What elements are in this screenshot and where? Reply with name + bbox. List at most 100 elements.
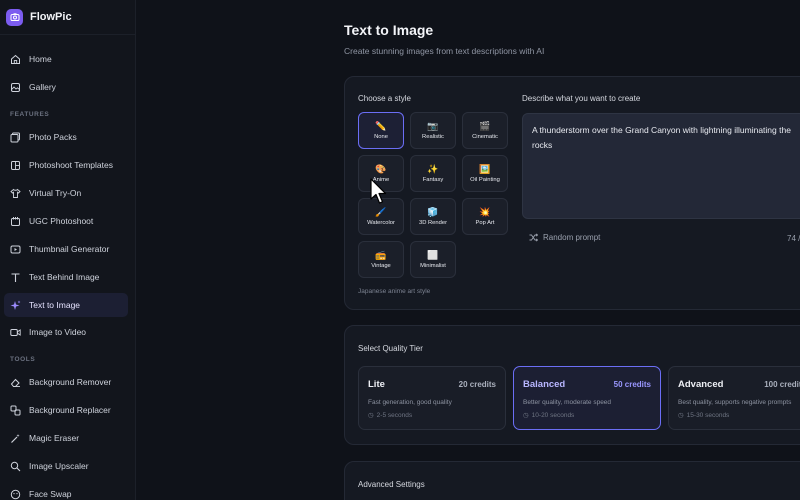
tier-name: Advanced <box>678 379 724 390</box>
tier-time-text: 2-5 seconds <box>376 411 413 419</box>
clock-icon: ◷ <box>368 412 374 419</box>
sidebar-item-label: UGC Photoshoot <box>29 216 94 226</box>
style-oil-painting-button[interactable]: 🖼️ Oil Painting <box>462 155 508 192</box>
sidebar-item-photoshoot-templates[interactable]: Photoshoot Templates <box>4 153 128 177</box>
photo-packs-icon <box>10 132 21 143</box>
random-prompt-label: Random prompt <box>543 233 601 242</box>
tier-time: ◷ 10-20 seconds <box>523 411 575 420</box>
cube-icon: 🧊 <box>427 207 439 217</box>
sidebar-item-label: Thumbnail Generator <box>29 244 110 254</box>
burst-icon: 💥 <box>479 207 491 217</box>
character-count: 74 / <box>787 234 800 243</box>
sidebar-item-background-remover[interactable]: Background Remover <box>4 370 128 394</box>
sidebar-item-home[interactable]: Home <box>4 47 128 71</box>
sidebar-item-thumbnail-generator[interactable]: Thumbnail Generator <box>4 237 128 261</box>
sidebar-item-photo-packs[interactable]: Photo Packs <box>4 125 128 149</box>
sidebar-item-label: Text to Image <box>29 300 81 310</box>
brand-name: FlowPic <box>30 11 72 23</box>
face-icon <box>10 489 21 500</box>
sidebar-item-label: Background Replacer <box>29 405 111 415</box>
tier-advanced-button[interactable]: Advanced 100 credits Best quality, suppo… <box>668 366 800 430</box>
sidebar-item-label: Home <box>29 54 52 64</box>
sidebar-item-background-replacer[interactable]: Background Replacer <box>4 398 128 422</box>
style-cinematic-button[interactable]: 🎬 Cinematic <box>462 112 508 149</box>
sidebar-item-label: Photo Packs <box>29 132 77 142</box>
style-label: Choose a style <box>358 94 411 103</box>
style-name: Cinematic <box>472 134 498 140</box>
sidebar-item-face-swap[interactable]: Face Swap <box>4 482 128 500</box>
style-3d-render-button[interactable]: 🧊 3D Render <box>410 198 456 235</box>
tier-time-text: 10-20 seconds <box>531 411 575 419</box>
tier-credits: 20 credits <box>458 380 496 389</box>
sidebar-item-magic-eraser[interactable]: Magic Eraser <box>4 426 128 450</box>
divider <box>0 34 136 35</box>
style-name: None <box>374 134 388 140</box>
sidebar-item-text-behind-image[interactable]: Text Behind Image <box>4 265 128 289</box>
tier-balanced-button[interactable]: Balanced 50 credits Better quality, mode… <box>513 366 661 430</box>
style-fantasy-button[interactable]: ✨ Fantasy <box>410 155 456 192</box>
clock-icon: ◷ <box>678 412 684 419</box>
style-none-button[interactable]: ✏️ None <box>358 112 404 149</box>
style-name: Oil Painting <box>470 177 500 183</box>
ugc-icon <box>10 216 21 227</box>
gallery-icon <box>10 82 21 93</box>
replace-icon <box>10 405 21 416</box>
sidebar-item-label: Virtual Try-On <box>29 188 82 198</box>
sidebar-item-label: Image to Video <box>29 327 87 337</box>
style-hint: Japanese anime art style <box>358 288 431 295</box>
clock-icon: ◷ <box>523 412 529 419</box>
tier-time-text: 15-30 seconds <box>686 411 730 419</box>
sparkles-icon: ✨ <box>427 164 439 174</box>
sidebar-item-label: Image Upscaler <box>29 461 89 471</box>
app-root: FlowPic Home Gallery FEATURES Photo Pack… <box>0 0 800 500</box>
prompt-label: Describe what you want to create <box>522 94 641 103</box>
style-name: Watercolor <box>367 220 395 226</box>
camera-icon: 📷 <box>427 121 439 131</box>
style-name: Realistic <box>422 134 444 140</box>
thumbnail-icon <box>10 244 21 255</box>
framed-picture-icon: 🖼️ <box>479 164 491 174</box>
sidebar-item-ugc-photoshoot[interactable]: UGC Photoshoot <box>4 209 128 233</box>
tier-lite-button[interactable]: Lite 20 credits Fast generation, good qu… <box>358 366 506 430</box>
brand[interactable]: FlowPic <box>6 6 72 28</box>
advanced-settings-card[interactable]: Advanced Settings <box>344 461 800 500</box>
tier-name: Balanced <box>523 379 566 390</box>
tier-credits: 100 credits <box>764 380 800 389</box>
brush-icon: 🖌️ <box>375 207 387 217</box>
tools-heading: TOOLS <box>10 356 36 363</box>
sidebar-item-virtual-try-on[interactable]: Virtual Try-On <box>4 181 128 205</box>
text-icon <box>10 272 21 283</box>
radio-icon: 📻 <box>375 250 387 260</box>
sidebar-item-text-to-image[interactable]: Text to Image <box>4 293 128 317</box>
page-subtitle: Create stunning images from text descrip… <box>344 46 545 56</box>
tier-credits: 50 credits <box>613 380 651 389</box>
sidebar-item-label: Background Remover <box>29 377 112 387</box>
style-minimalist-button[interactable]: ⬜ Minimalist <box>410 241 456 278</box>
quality-label: Select Quality Tier <box>358 344 423 353</box>
wand-icon <box>10 433 21 444</box>
tier-time: ◷ 2-5 seconds <box>368 411 413 420</box>
sidebar-item-gallery[interactable]: Gallery <box>4 75 128 99</box>
style-pop-art-button[interactable]: 💥 Pop Art <box>462 198 508 235</box>
style-realistic-button[interactable]: 📷 Realistic <box>410 112 456 149</box>
shuffle-icon <box>529 233 538 242</box>
tier-description: Fast generation, good quality <box>368 399 452 406</box>
random-prompt-button[interactable]: Random prompt <box>529 233 600 242</box>
palette-icon: 🎨 <box>375 164 387 174</box>
clapper-icon: 🎬 <box>479 121 491 131</box>
sidebar-item-label: Photoshoot Templates <box>29 160 113 170</box>
sidebar-item-image-to-video[interactable]: Image to Video <box>4 320 128 344</box>
prompt-textarea[interactable]: A thunderstorm over the Grand Canyon wit… <box>522 113 800 219</box>
quality-card: Select Quality Tier Lite 20 credits Fast… <box>344 325 800 445</box>
tier-name: Lite <box>368 379 385 390</box>
sidebar-item-label: Text Behind Image <box>29 272 100 282</box>
style-prompt-card: Choose a style ✏️ None 📷 Realistic 🎬 Cin… <box>344 76 800 310</box>
eraser-icon <box>10 377 21 388</box>
shirt-icon <box>10 188 21 199</box>
pencil-icon: ✏️ <box>375 121 387 131</box>
style-name: Pop Art <box>475 220 495 226</box>
page-title: Text to Image <box>344 22 434 38</box>
sidebar-item-image-upscaler[interactable]: Image Upscaler <box>4 454 128 478</box>
style-vintage-button[interactable]: 📻 Vintage <box>358 241 404 278</box>
mouse-cursor-icon <box>370 178 387 204</box>
